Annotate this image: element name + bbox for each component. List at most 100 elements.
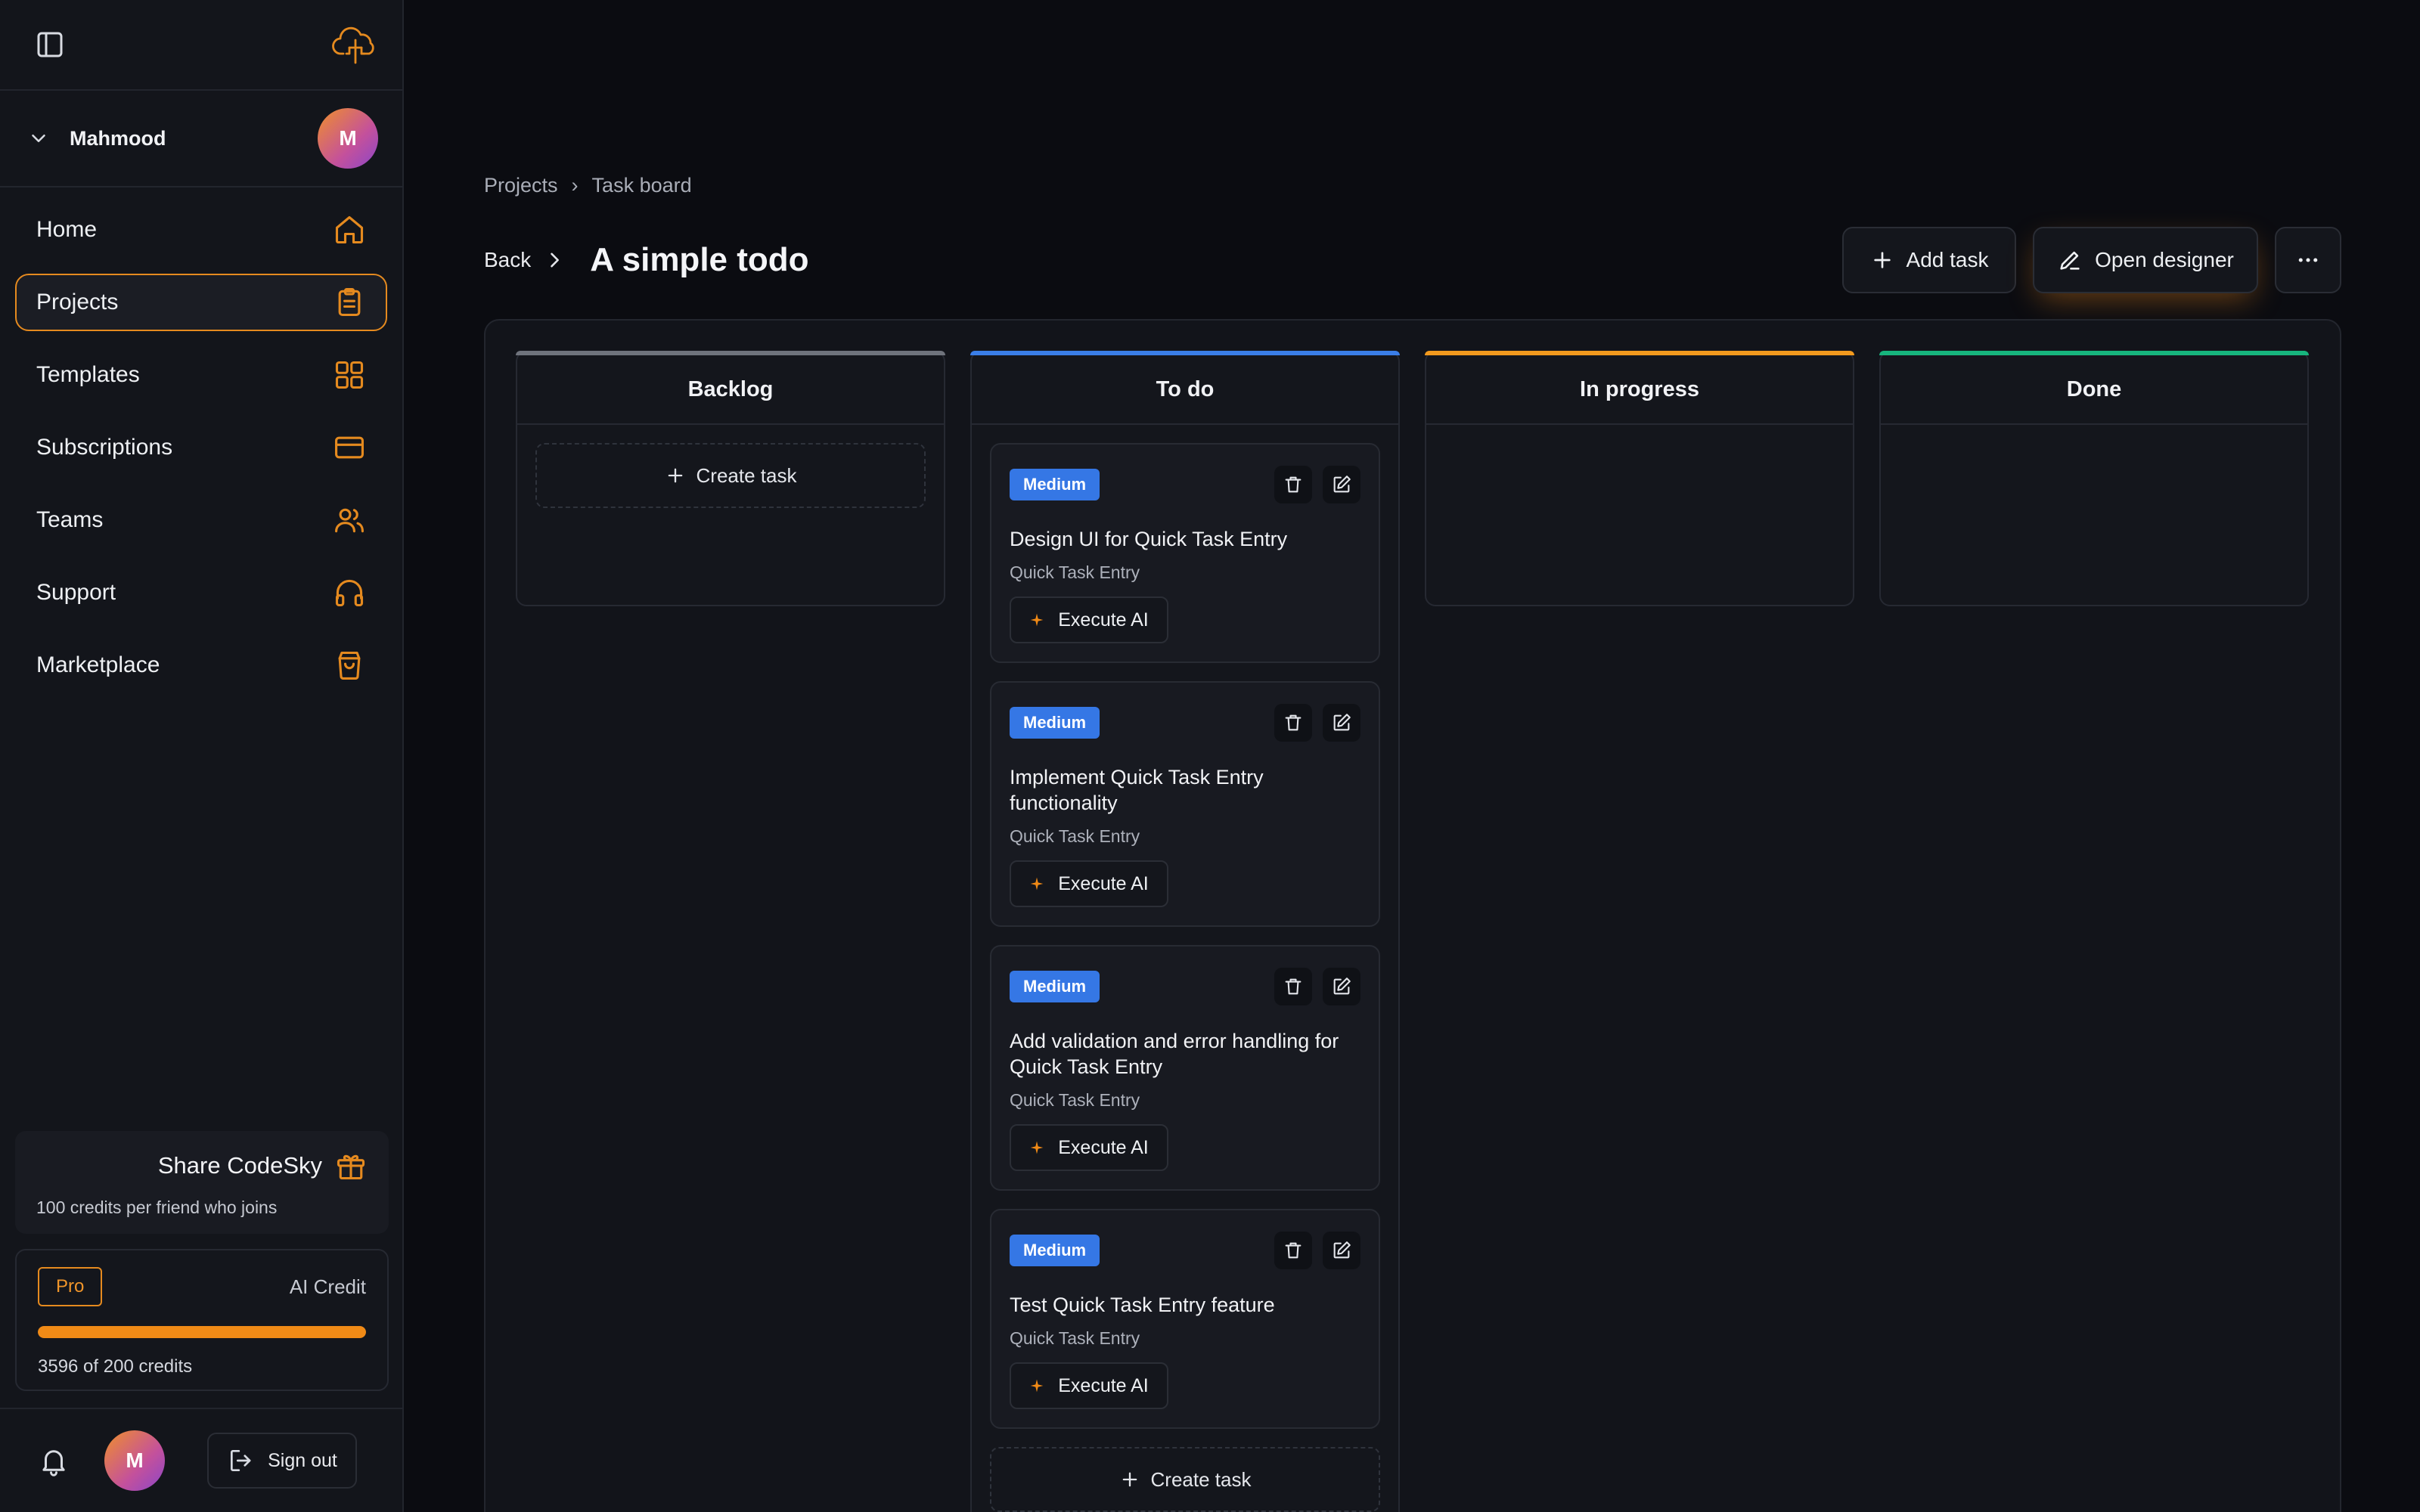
share-subtitle: 100 credits per friend who joins [36,1198,278,1217]
task-title: Add validation and error handling for Qu… [1010,1030,1339,1078]
log-out-icon [227,1446,256,1475]
sidebar: Mahmood M Home Projects Templates Subscr… [0,0,404,1512]
delete-task-button[interactable] [1274,1232,1312,1269]
breadcrumb-task-board: Task board [591,174,692,197]
column-title: To do [972,355,1398,425]
plan-badge: Pro [38,1267,103,1306]
sidebar-item-label: Teams [36,507,104,532]
share-card[interactable]: Share CodeSky 100 credits per friend who… [15,1131,389,1234]
sidebar-item-home[interactable]: Home [15,201,387,259]
sparkle-icon [1029,876,1044,891]
execute-ai-label: Execute AI [1058,872,1149,894]
task-feature: Quick Task Entry [1010,826,1140,846]
edit-icon [1331,474,1352,495]
task-feature: Quick Task Entry [1010,1328,1140,1348]
sparkle-icon [1029,1140,1044,1155]
sidebar-item-label: Templates [36,362,140,387]
chevron-down-icon [27,127,50,150]
page-title: A simple todo [590,241,809,278]
task-card[interactable]: Medium Design UI for Quick Task Entry Qu… [990,443,1380,663]
trash-icon [1283,712,1304,733]
back-button[interactable]: Back [484,248,531,272]
column-done: Done [1879,351,2309,606]
credit-progress-bar [38,1326,366,1338]
delete-task-button[interactable] [1274,968,1312,1005]
open-designer-label: Open designer [2095,248,2234,271]
credit-label: AI Credit [289,1275,366,1298]
edit-task-button[interactable] [1323,466,1360,503]
execute-ai-button[interactable]: Execute AI [1010,596,1168,643]
open-designer-button[interactable]: Open designer [2033,227,2258,293]
sidebar-toggle-icon[interactable] [35,29,65,60]
edit-task-button[interactable] [1323,704,1360,742]
sidebar-item-subscriptions[interactable]: Subscriptions [15,419,387,476]
task-card[interactable]: Medium Implement Quick Task Entry functi… [990,681,1380,927]
sidebar-footer: M Sign out [0,1408,402,1512]
breadcrumb-separator: › [571,174,579,197]
add-task-label: Add task [1906,248,1989,271]
bell-icon[interactable] [38,1445,70,1476]
task-card[interactable]: Medium Add validation and error handling… [990,945,1380,1191]
task-card[interactable]: Medium Test Quick Task Entry feature Qui… [990,1209,1380,1429]
gift-icon [334,1149,368,1182]
trash-icon [1283,474,1304,495]
execute-ai-button[interactable]: Execute AI [1010,1124,1168,1171]
sign-out-label: Sign out [268,1449,337,1471]
edit-task-button[interactable] [1323,968,1360,1005]
credit-progress-fill [38,1326,366,1338]
edit-icon [1331,1240,1352,1261]
edit-icon [1331,976,1352,997]
sidebar-item-label: Subscriptions [36,435,173,460]
avatar[interactable]: M [104,1430,165,1491]
priority-badge: Medium [1010,707,1100,739]
priority-badge: Medium [1010,971,1100,1002]
column-todo: To do Medium Design UI for Quick Task En… [970,351,1400,1512]
add-task-button[interactable]: Add task [1842,227,2016,293]
task-feature: Quick Task Entry [1010,562,1140,582]
grid-icon [333,358,366,392]
create-task-button[interactable]: Create task [535,443,926,508]
execute-ai-label: Execute AI [1058,1374,1149,1396]
delete-task-button[interactable] [1274,704,1312,742]
more-options-button[interactable] [2275,227,2341,293]
sidebar-header [0,0,402,91]
credit-card-icon [333,431,366,464]
execute-ai-button[interactable]: Execute AI [1010,860,1168,907]
sidebar-item-support[interactable]: Support [15,564,387,621]
clipboard-icon [333,286,366,319]
edit-icon [1331,712,1352,733]
plus-icon [665,465,686,486]
page-header: Back A simple todo Add task Open designe… [484,227,2341,293]
create-task-label: Create task [1150,1467,1252,1491]
sidebar-item-projects[interactable]: Projects [15,274,387,331]
shopping-bag-icon [333,649,366,682]
sidebar-item-label: Marketplace [36,652,160,677]
column-title: In progress [1426,355,1853,425]
sidebar-item-teams[interactable]: Teams [15,491,387,549]
task-title: Design UI for Quick Task Entry [1010,528,1288,550]
column-title: Done [1881,355,2307,425]
task-feature: Quick Task Entry [1010,1090,1140,1110]
sparkle-icon [1029,1378,1044,1393]
sidebar-item-marketplace[interactable]: Marketplace [15,637,387,694]
column-in-progress: In progress [1425,351,1854,606]
column-backlog: Backlog Create task [516,351,945,606]
pencil-icon [2057,247,2083,273]
user-name: Mahmood [70,126,166,150]
share-title: Share CodeSky [157,1152,322,1179]
sign-out-button[interactable]: Sign out [207,1433,357,1489]
breadcrumb-projects[interactable]: Projects [484,174,558,197]
sidebar-item-templates[interactable]: Templates [15,346,387,404]
edit-task-button[interactable] [1323,1232,1360,1269]
chevron-right-icon[interactable] [538,244,570,276]
sidebar-nav: Home Projects Templates Subscriptions Te… [0,187,402,694]
delete-task-button[interactable] [1274,466,1312,503]
sidebar-item-label: Home [36,217,98,242]
user-switcher[interactable]: Mahmood M [0,91,402,187]
execute-ai-button[interactable]: Execute AI [1010,1362,1168,1409]
users-icon [333,503,366,537]
ellipsis-icon [2294,246,2322,274]
create-task-button[interactable]: Create task [990,1447,1380,1512]
headphones-icon [333,576,366,609]
avatar[interactable]: M [318,108,378,169]
